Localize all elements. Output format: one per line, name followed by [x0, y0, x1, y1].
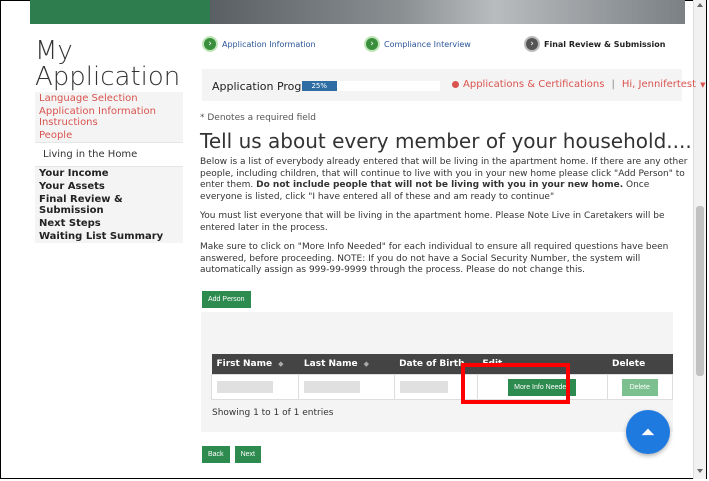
- sidebar-item-your-assets[interactable]: Your Assets: [35, 180, 183, 193]
- sidebar-item-waiting-list-summary[interactable]: Waiting List Summary: [35, 230, 183, 243]
- column-last-name[interactable]: Last Name ◆: [298, 354, 395, 375]
- sidebar-item-application-information[interactable]: Application Information Instructions: [35, 105, 183, 129]
- step-application-information[interactable]: › Application Information: [202, 36, 316, 52]
- sort-icon[interactable]: ◆: [278, 360, 283, 368]
- header-links: Applications & Certifications | Hi, Jenn…: [452, 79, 705, 90]
- column-label: First Name: [216, 359, 273, 369]
- column-delete: Delete: [607, 354, 673, 375]
- next-button[interactable]: Next: [234, 446, 261, 463]
- intro-paragraph: Below is a list of everybody already ent…: [200, 157, 688, 203]
- redacted-block: [304, 381, 361, 393]
- sidebar-title: My Application: [35, 38, 180, 90]
- status-dot-icon: [452, 81, 459, 88]
- step-compliance-interview[interactable]: › Compliance Interview: [364, 36, 471, 52]
- bell-icon: ⏶: [640, 421, 656, 443]
- household-table: First Name ◆ Last Name ◆ Date of Birth Edi…: [210, 354, 673, 400]
- column-label: Last Name: [303, 359, 358, 369]
- redacted-block: [217, 381, 273, 393]
- column-label: Delete: [612, 359, 646, 369]
- header-banner-green: [30, 0, 210, 24]
- step-indicator: › Application Information › Compliance I…: [202, 36, 682, 56]
- form-navigation: Back Next: [202, 446, 261, 463]
- column-label: Date of Birth: [399, 359, 465, 369]
- add-person-button[interactable]: Add Person: [202, 291, 251, 308]
- sidebar-title-line2: Application: [35, 62, 181, 92]
- progress-fill: 25%: [302, 81, 337, 91]
- step-label: Final Review & Submission: [544, 39, 666, 49]
- scroll-down-icon[interactable]: [697, 469, 703, 473]
- delete-button[interactable]: Delete: [621, 378, 658, 396]
- sidebar-item-your-income[interactable]: Your Income: [35, 167, 183, 180]
- cell-first-name: [210, 374, 300, 400]
- intro-text-bold: Do not include people that will not be l…: [256, 180, 624, 190]
- back-button[interactable]: Back: [202, 446, 230, 463]
- step-label: Application Information: [222, 39, 316, 49]
- sidebar-item-living-in-the-home[interactable]: Living in the Home: [35, 142, 183, 167]
- sidebar-item-next-steps[interactable]: Next Steps: [35, 217, 183, 230]
- progress-bar: 25%: [302, 81, 440, 91]
- chevron-right-icon: ›: [524, 36, 540, 52]
- page-title: Tell us about every member of your house…: [200, 129, 692, 153]
- more-info-paragraph: Make sure to click on "More Info Needed"…: [200, 242, 669, 275]
- column-first-name[interactable]: First Name ◆: [211, 354, 299, 375]
- chevron-right-icon: ›: [364, 36, 380, 52]
- main-content: * Denotes a required field Tell us about…: [200, 113, 692, 285]
- scroll-up-icon[interactable]: [697, 3, 703, 7]
- highlight-box: [461, 363, 570, 404]
- scroll-thumb[interactable]: [696, 206, 704, 376]
- sidebar-title-line1: My: [35, 36, 73, 66]
- sidebar-item-people[interactable]: People: [35, 129, 183, 142]
- redacted-block: [399, 381, 448, 393]
- user-menu[interactable]: Hi, Jennifertest: [622, 79, 696, 90]
- certifications-link[interactable]: Applications & Certifications: [463, 79, 604, 90]
- cell-delete: Delete: [606, 374, 673, 400]
- sidebar-menu: Language Selection Application Informati…: [35, 92, 183, 243]
- sort-icon[interactable]: ◆: [364, 360, 369, 368]
- table-entries-info: Showing 1 to 1 of 1 entries: [212, 408, 334, 418]
- sidebar-item-language-selection[interactable]: Language Selection: [35, 92, 183, 105]
- step-final-review[interactable]: › Final Review & Submission: [524, 36, 665, 52]
- progress-panel: Application Progress 25% Applications & …: [202, 69, 705, 101]
- caretaker-paragraph: You must list everyone that will be livi…: [200, 211, 665, 233]
- cell-last-name: [298, 374, 395, 400]
- sidebar-item-final-review[interactable]: Final Review & Submission: [35, 193, 183, 217]
- table-row: More Info Needed Delete: [210, 374, 673, 400]
- divider: |: [611, 79, 615, 90]
- chevron-right-icon: ›: [202, 36, 218, 52]
- header-banner-photo: [210, 0, 685, 24]
- caret-down-icon[interactable]: ▼: [700, 81, 705, 89]
- step-label: Compliance Interview: [384, 39, 471, 49]
- required-note: * Denotes a required field: [200, 113, 317, 123]
- page-scrollbar[interactable]: [693, 0, 706, 479]
- chat-button[interactable]: ⏶: [626, 410, 670, 454]
